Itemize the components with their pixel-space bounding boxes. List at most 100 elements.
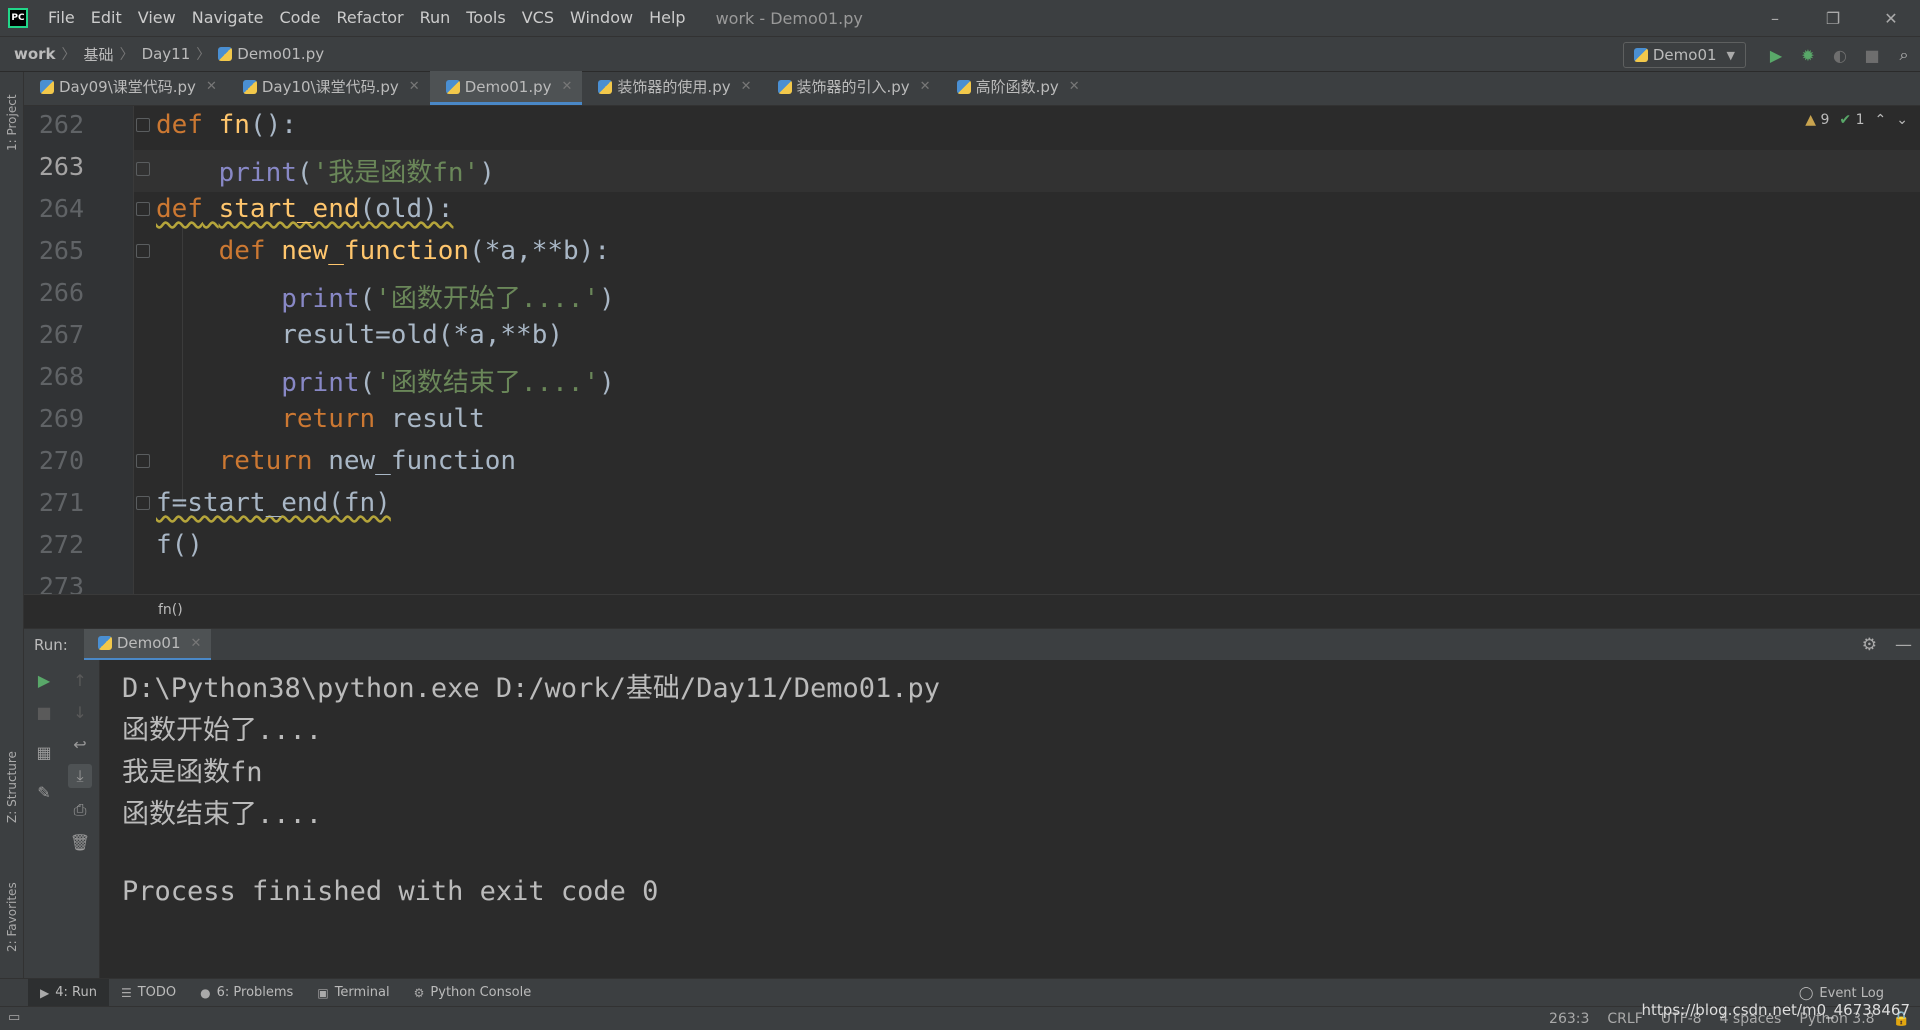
search-icon[interactable]: ⌕ bbox=[1888, 37, 1920, 73]
fold-marker-icon[interactable] bbox=[136, 162, 150, 176]
tab-decorator-intro[interactable]: 装饰器的引入.py ✕ bbox=[762, 71, 941, 105]
close-icon[interactable]: ✕ bbox=[206, 79, 217, 94]
layout-icon[interactable]: ▦ bbox=[32, 740, 56, 764]
code-text: new_function bbox=[312, 446, 517, 476]
toolwindow-problems[interactable]: ● 6: Problems bbox=[188, 979, 305, 1007]
favorites-tool-label: 2: Favorites bbox=[5, 882, 19, 952]
menu-tools[interactable]: Tools bbox=[458, 0, 513, 36]
panel-toggle-icon[interactable]: ▭ bbox=[8, 1010, 20, 1025]
menu-vcs[interactable]: VCS bbox=[514, 0, 562, 36]
run-panel-label: Run: bbox=[34, 635, 68, 654]
close-icon[interactable]: ✕ bbox=[920, 79, 931, 94]
breadcrumb-day11[interactable]: Day11 bbox=[136, 45, 195, 63]
editor-breadcrumb[interactable]: fn() bbox=[24, 594, 1920, 624]
menu-code[interactable]: Code bbox=[272, 0, 329, 36]
code-text: (old): bbox=[359, 194, 454, 224]
coverage-icon[interactable]: ◐ bbox=[1824, 37, 1856, 73]
menu-run[interactable]: Run bbox=[412, 0, 459, 36]
chevron-down-icon[interactable]: ⌄ bbox=[1896, 112, 1908, 128]
run-tab-label: Demo01 bbox=[116, 634, 181, 652]
arrow-up-icon[interactable]: ↑ bbox=[68, 668, 92, 692]
pin-icon[interactable]: ✎ bbox=[32, 780, 56, 804]
structure-tool-tab[interactable]: Z: Structure bbox=[0, 732, 24, 842]
python-icon: ⚙ bbox=[413, 985, 425, 1000]
tab-label: Day09\课堂代码.py bbox=[59, 78, 196, 96]
structure-tool-label: Z: Structure bbox=[5, 751, 19, 823]
tab-day10[interactable]: Day10\课堂代码.py ✕ bbox=[227, 71, 430, 105]
debug-icon[interactable]: ✹ bbox=[1792, 37, 1824, 73]
minimize-button[interactable]: – bbox=[1746, 0, 1804, 36]
inspection-widget[interactable]: ▲ 9 ✔ 1 ⌃ ⌄ bbox=[1805, 112, 1908, 128]
tab-day09[interactable]: Day09\课堂代码.py ✕ bbox=[24, 71, 227, 105]
fold-marker-icon[interactable] bbox=[136, 496, 150, 510]
run-configuration-select[interactable]: Demo01 ▼ bbox=[1622, 42, 1746, 68]
close-icon[interactable]: ✕ bbox=[409, 79, 420, 94]
line-number: 270 bbox=[38, 446, 84, 475]
restore-button[interactable]: ❐ bbox=[1804, 0, 1862, 36]
arrow-down-icon[interactable]: ↓ bbox=[68, 700, 92, 724]
code-editor[interactable]: 262 263 264 265 266 267 268 269 270 271 … bbox=[24, 106, 1920, 594]
breadcrumb-jichu[interactable]: 基础 bbox=[78, 44, 118, 65]
breadcrumb-file[interactable]: Demo01.py bbox=[212, 45, 328, 63]
close-icon[interactable]: ✕ bbox=[562, 79, 573, 94]
toolwindow-python-console[interactable]: ⚙ Python Console bbox=[402, 979, 544, 1007]
trash-icon[interactable]: 🗑 bbox=[68, 830, 92, 854]
tab-demo01[interactable]: Demo01.py ✕ bbox=[429, 71, 583, 105]
console-output[interactable]: D:\Python38\python.exe D:/work/基础/Day11/… bbox=[100, 660, 1920, 978]
toolwindow-run[interactable]: ▶ 4: Run bbox=[28, 978, 109, 1007]
code-string: '函数结束了....' bbox=[375, 368, 600, 398]
fold-marker-icon[interactable] bbox=[136, 118, 150, 132]
menu-view[interactable]: View bbox=[130, 0, 184, 36]
minimize-icon[interactable]: — bbox=[1895, 635, 1912, 655]
print-icon[interactable]: ⎙ bbox=[68, 798, 92, 822]
code-line-265: def new_function(*a,**b): bbox=[156, 236, 610, 266]
tab-decorator-usage[interactable]: 装饰器的使用.py ✕ bbox=[582, 71, 761, 105]
line-number: 267 bbox=[38, 320, 84, 349]
warning-icon: ▲ bbox=[1805, 112, 1817, 128]
run-icon[interactable]: ▶ bbox=[1760, 37, 1792, 73]
gear-icon[interactable]: ⚙ bbox=[1862, 635, 1877, 655]
stop-icon[interactable]: ■ bbox=[32, 700, 56, 724]
chevron-up-icon[interactable]: ⌃ bbox=[1875, 112, 1887, 128]
line-separator[interactable]: CRLF bbox=[1607, 1011, 1642, 1027]
close-window-button[interactable]: ✕ bbox=[1862, 0, 1920, 36]
console-line: 我是函数fn bbox=[122, 757, 263, 788]
run-panel-toolbar: ▶ ↑ ■ ↓ ↩ ▦ ⤓ ✎ ⎙ 🗑 bbox=[24, 660, 100, 978]
fold-marker-icon[interactable] bbox=[136, 244, 150, 258]
ok-count: ✔ 1 bbox=[1839, 112, 1864, 128]
python-file-icon bbox=[777, 79, 792, 94]
code-text: ( bbox=[359, 368, 376, 398]
caret-position[interactable]: 263:3 bbox=[1549, 1011, 1589, 1027]
fold-marker-icon[interactable] bbox=[136, 202, 150, 216]
close-icon[interactable]: ✕ bbox=[741, 79, 752, 94]
code-string: '我是函数fn' bbox=[312, 158, 480, 188]
code-line-267: result=old(*a,**b) bbox=[156, 320, 563, 350]
project-tool-tab[interactable]: 1: Project bbox=[0, 78, 24, 168]
menu-refactor[interactable]: Refactor bbox=[328, 0, 411, 36]
menu-navigate[interactable]: Navigate bbox=[184, 0, 272, 36]
line-number: 266 bbox=[38, 278, 84, 307]
code-text: ) bbox=[599, 284, 615, 314]
toolwindow-terminal[interactable]: ▣ Terminal bbox=[305, 979, 401, 1007]
scroll-to-end-icon[interactable]: ⤓ bbox=[68, 764, 92, 788]
menu-help[interactable]: Help bbox=[641, 0, 693, 36]
tab-label: 高阶函数.py bbox=[975, 78, 1059, 96]
stop-icon[interactable]: ■ bbox=[1856, 37, 1888, 73]
close-icon[interactable]: ✕ bbox=[1069, 79, 1080, 94]
run-toolbar-top: Demo01 ▼ ▶ ✹ ◐ ■ ⌕ bbox=[1622, 37, 1920, 73]
rerun-icon[interactable]: ▶ bbox=[32, 668, 56, 692]
breadcrumb-work[interactable]: work bbox=[0, 45, 60, 63]
python-file-icon bbox=[40, 79, 54, 94]
soft-wrap-icon[interactable]: ↩ bbox=[68, 732, 92, 756]
run-icon: ▶ bbox=[40, 985, 50, 1000]
tab-higher-order[interactable]: 高阶函数.py ✕ bbox=[941, 71, 1090, 105]
code-line-271: f=start_end(fn) bbox=[156, 488, 391, 518]
menu-window[interactable]: Window bbox=[562, 0, 641, 36]
close-icon[interactable]: ✕ bbox=[190, 636, 201, 651]
fold-marker-icon[interactable] bbox=[136, 454, 150, 468]
toolwindow-todo[interactable]: ☰ TODO bbox=[109, 979, 188, 1007]
favorites-tool-tab[interactable]: 2: Favorites bbox=[0, 862, 24, 972]
menu-edit[interactable]: Edit bbox=[83, 0, 130, 36]
run-tab-demo01[interactable]: Demo01 ✕ bbox=[83, 628, 212, 661]
menu-file[interactable]: File bbox=[40, 0, 83, 36]
